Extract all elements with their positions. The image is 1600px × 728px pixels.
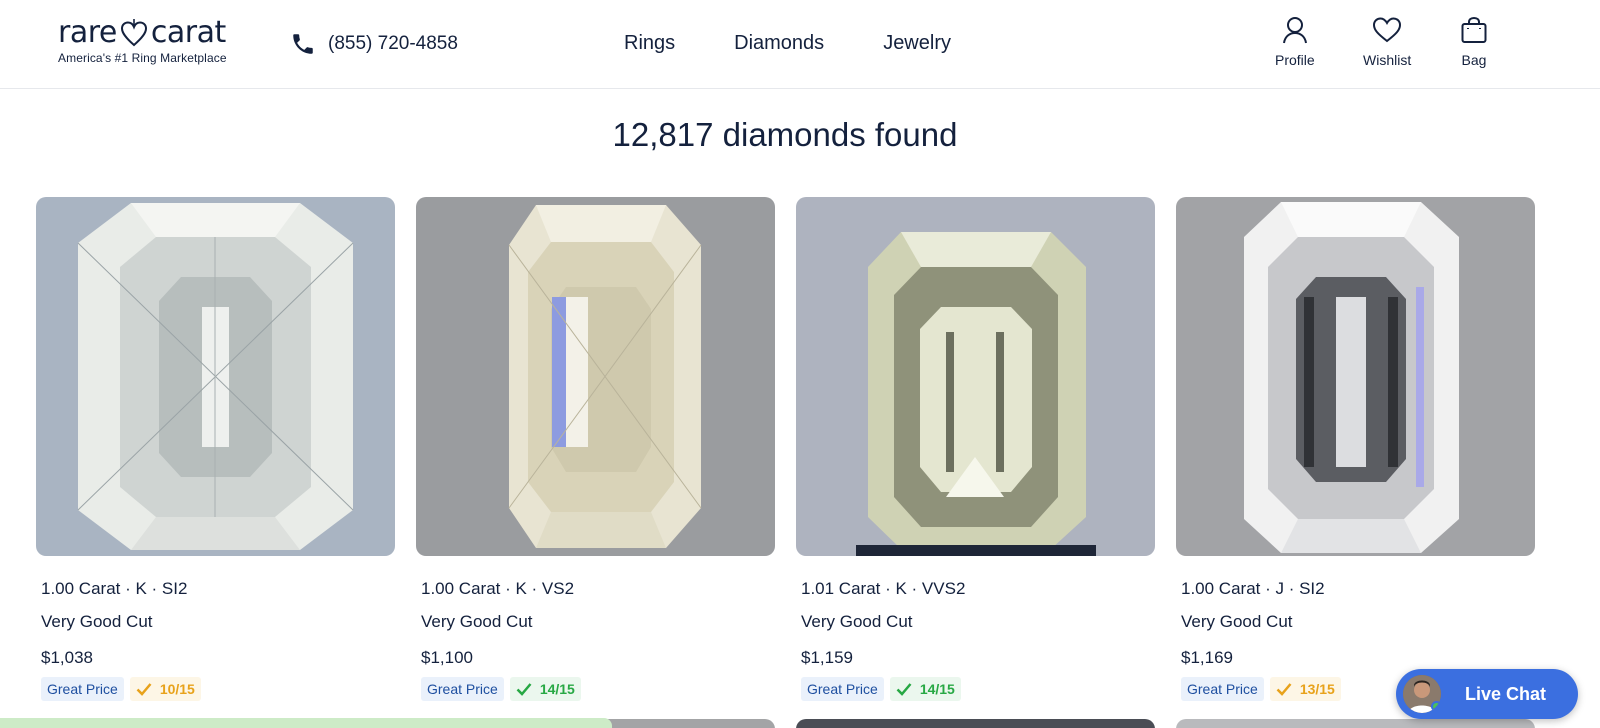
product-image[interactable]	[36, 197, 395, 556]
score-value: 10/15	[159, 681, 195, 697]
next-row-product-image[interactable]	[796, 719, 1155, 728]
online-status-dot	[1431, 701, 1441, 712]
bag-label: Bag	[1461, 52, 1487, 68]
live-chat-label: Live Chat	[1465, 683, 1547, 704]
score-badge: 13/15	[1269, 677, 1341, 701]
nav-jewelry[interactable]: Jewelry	[883, 32, 951, 55]
great-price-badge: Great Price	[421, 677, 504, 701]
product-image[interactable]	[1176, 197, 1535, 556]
product-price: $1,159	[801, 648, 853, 667]
product-cut: Very Good Cut	[41, 612, 153, 631]
score-badge: 14/15	[509, 677, 581, 701]
product-title: 1.00 Carat · K · VS2	[421, 579, 575, 598]
product-price: $1,100	[421, 648, 473, 667]
product-card[interactable]: 1.00 Carat · J · SI2 Very Good Cut $1,16…	[1176, 197, 1535, 701]
product-price: $1,169	[1181, 648, 1233, 667]
nav-rings[interactable]: Rings	[624, 32, 675, 55]
checkmark-icon	[896, 683, 912, 696]
main-nav: Rings Diamonds Jewelry	[624, 32, 1010, 55]
product-badges: Great Price 14/15	[801, 677, 1155, 701]
great-price-badge: Great Price	[801, 677, 884, 701]
product-title: 1.00 Carat · J · SI2	[1181, 579, 1325, 598]
great-price-badge: Great Price	[1181, 677, 1264, 701]
logo-heart-icon	[120, 19, 147, 47]
checkmark-icon	[136, 683, 152, 696]
score-value: 13/15	[1299, 681, 1335, 697]
wishlist-button[interactable]: Wishlist	[1363, 16, 1411, 68]
score-value: 14/15	[919, 681, 955, 697]
profile-label: Profile	[1275, 52, 1315, 68]
logo-word-rare: rare	[58, 15, 117, 50]
site-header: rare carat America's #1 Ring Marketplace…	[0, 0, 1600, 89]
next-row-product-image[interactable]	[1176, 719, 1535, 728]
score-value: 14/15	[539, 681, 575, 697]
agent-avatar	[1403, 675, 1441, 713]
notification-banner	[0, 718, 612, 728]
bag-icon	[1461, 16, 1487, 43]
product-image[interactable]	[796, 197, 1155, 556]
bag-button[interactable]: Bag	[1460, 16, 1488, 68]
product-badges: Great Price 10/15	[41, 677, 395, 701]
product-cut: Very Good Cut	[421, 612, 533, 631]
profile-button[interactable]: Profile	[1275, 16, 1315, 68]
great-price-badge: Great Price	[41, 677, 124, 701]
checkmark-icon	[516, 683, 532, 696]
score-badge: 10/15	[129, 677, 201, 701]
logo-wordmark: rare carat	[58, 16, 238, 50]
nav-diamonds[interactable]: Diamonds	[734, 32, 824, 55]
phone-icon	[293, 34, 313, 54]
product-price: $1,038	[41, 648, 93, 667]
logo-tagline: America's #1 Ring Marketplace	[58, 51, 227, 65]
product-cut: Very Good Cut	[1181, 612, 1293, 631]
emerald-diamond-image	[1244, 202, 1459, 553]
product-card[interactable]: 1.00 Carat · K · VS2 Very Good Cut $1,10…	[416, 197, 775, 701]
product-badges: Great Price 14/15	[421, 677, 775, 701]
phone-number: (855) 720-4858	[328, 33, 458, 54]
emerald-diamond-image	[856, 232, 1096, 556]
logo-word-carat: carat	[150, 15, 226, 50]
product-cut: Very Good Cut	[801, 612, 913, 631]
emerald-diamond-image	[508, 205, 702, 548]
product-title: 1.00 Carat · K · SI2	[41, 579, 188, 598]
rare-carat-logo[interactable]: rare carat America's #1 Ring Marketplace	[58, 16, 238, 72]
checkmark-icon	[1276, 683, 1292, 696]
live-chat-button[interactable]: Live Chat	[1396, 669, 1578, 719]
phone-link[interactable]: (855) 720-4858	[290, 30, 458, 58]
product-card[interactable]: 1.00 Carat · K · SI2 Very Good Cut $1,03…	[36, 197, 395, 701]
score-badge: 14/15	[889, 677, 961, 701]
results-count-title: 12,817 diamonds found	[612, 116, 958, 153]
product-card[interactable]: 1.01 Carat · K · VVS2 Very Good Cut $1,1…	[796, 197, 1155, 701]
wishlist-label: Wishlist	[1363, 52, 1412, 68]
product-title: 1.01 Carat · K · VVS2	[801, 579, 966, 598]
heart-icon	[1373, 17, 1402, 43]
profile-icon	[1282, 17, 1307, 44]
emerald-diamond-image	[77, 203, 354, 550]
product-image[interactable]	[416, 197, 775, 556]
